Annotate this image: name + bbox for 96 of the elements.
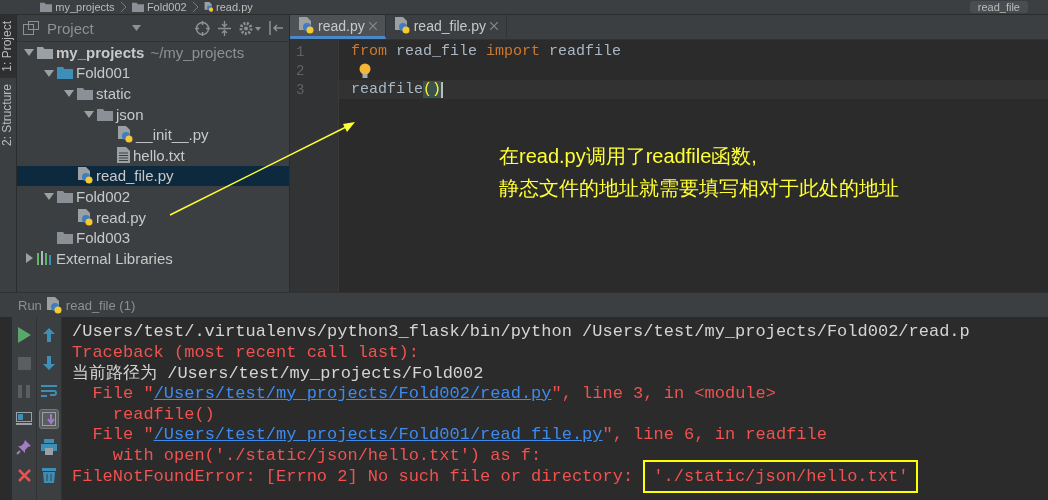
text-cursor	[441, 81, 444, 98]
lightbulb-icon[interactable]	[359, 62, 371, 79]
folder-icon	[57, 66, 73, 80]
item-name: json	[116, 105, 144, 123]
editor-tab[interactable]: read.py	[290, 15, 386, 39]
python-file-icon	[298, 17, 314, 34]
expand-arrow-icon[interactable]	[24, 47, 34, 58]
console-text: with open('./static/json/hello.txt') as f:	[111, 445, 542, 465]
run-config-selector[interactable]: read_file	[969, 1, 1028, 13]
print-icon[interactable]	[41, 439, 57, 455]
console-text: readfile()	[111, 404, 215, 424]
settings-icon[interactable]	[239, 20, 261, 36]
folder-icon	[77, 87, 93, 100]
file-link[interactable]: /Users/test/my_projects/Fold001/read_file.py	[153, 425, 603, 445]
layout-icon[interactable]	[16, 412, 32, 426]
hide-panel-icon[interactable]	[269, 21, 283, 35]
item-name: read_file.py	[96, 167, 174, 185]
item-name: my_projects	[56, 43, 145, 61]
tree-item[interactable]: External Libraries	[17, 247, 289, 269]
tree-item[interactable]: json	[17, 103, 289, 125]
chevron-icon	[192, 2, 198, 12]
soft-wrap-icon[interactable]	[41, 384, 57, 398]
tree-item[interactable]: my_projects ~/my_projects	[17, 42, 289, 63]
console-text: File "	[91, 383, 154, 403]
console-text: File "	[91, 425, 154, 445]
panel-title[interactable]: Project	[47, 19, 94, 37]
folder-icon	[37, 45, 53, 59]
scroll-to-end-icon[interactable]	[42, 412, 56, 426]
tree-item[interactable]: read.py	[17, 206, 289, 228]
dropdown-caret-icon[interactable]	[131, 25, 141, 31]
tree-item[interactable]: read_file.py	[17, 165, 289, 187]
tree-item[interactable]: __init__.py	[17, 124, 289, 145]
annotation-text: 在read.py调用了readfile函数,	[499, 144, 758, 169]
expand-arrow-icon[interactable]	[64, 88, 74, 99]
locate-icon[interactable]	[195, 20, 210, 36]
highlighted-path: './static/json/hello.txt'	[643, 459, 919, 493]
console-text: ", line 3, in <module>	[551, 383, 776, 403]
item-name: __init__.py	[136, 126, 209, 144]
chevron-icon	[120, 2, 126, 12]
down-arrow-icon[interactable]	[43, 356, 55, 370]
code-line: from read_file import readfile	[351, 43, 622, 60]
item-name: hello.txt	[133, 146, 185, 164]
item-name: Fold001	[76, 64, 131, 82]
folder-icon	[40, 2, 53, 12]
python-file-icon	[77, 208, 93, 226]
console-text: FileNotFoundError: [Errno 2] No such file or directory:	[72, 466, 635, 486]
console-text: ", line 6, in readfile	[602, 425, 827, 445]
close-icon[interactable]	[490, 21, 499, 30]
tree-item[interactable]: Fold001	[17, 62, 289, 84]
pin-icon[interactable]	[16, 439, 32, 455]
folder-icon	[57, 231, 73, 245]
item-path: ~/my_projects	[150, 43, 245, 61]
tool-window-tab[interactable]: 2: Structure	[0, 77, 16, 152]
code-line: readfile()	[351, 81, 442, 98]
expand-arrow-icon[interactable]	[44, 67, 54, 78]
folder-icon	[57, 189, 73, 203]
python-file-icon	[393, 17, 410, 34]
item-name: Fold003	[76, 229, 131, 247]
item-name: static	[96, 85, 131, 102]
breadcrumb-item[interactable]: Fold002	[131, 1, 187, 13]
python-file-icon	[45, 296, 62, 314]
editor-tab[interactable]: read_file.py	[385, 15, 508, 39]
file-link[interactable]: /Users/test/my_projects/Fold002/read.py	[153, 383, 552, 403]
item-name: External Libraries	[56, 249, 173, 267]
collapse-all-icon[interactable]	[218, 20, 231, 36]
python-file-icon	[77, 167, 93, 185]
console-text: Traceback (most recent call last):	[72, 342, 419, 362]
breadcrumb-item[interactable]: my_projects	[40, 1, 115, 13]
folder-icon	[97, 107, 113, 121]
tree-item[interactable]: hello.txt	[17, 144, 289, 166]
folder-icon	[131, 2, 144, 12]
close-icon[interactable]	[368, 21, 377, 30]
close-icon[interactable]	[17, 468, 31, 482]
tree-item[interactable]: Fold003	[17, 227, 289, 248]
project-view-icon	[23, 21, 39, 35]
tree-item[interactable]: Fold002	[17, 186, 289, 207]
collapse-arrow-icon[interactable]	[24, 253, 34, 264]
run-label: Run	[18, 297, 42, 313]
up-arrow-icon[interactable]	[43, 328, 55, 342]
item-name: Fold002	[76, 187, 131, 205]
text-file-icon	[117, 147, 130, 164]
run-config-tab[interactable]: read_file (1)	[65, 297, 136, 313]
trash-icon[interactable]	[42, 467, 56, 483]
item-name: read.py	[96, 208, 147, 226]
python-file-icon	[203, 2, 214, 12]
tree-item[interactable]: static	[17, 83, 289, 104]
console-text: /Users/test/.virtualenvs/python3_flask/bin/python /Users/test/my_projects/Fold002/read.p	[72, 321, 970, 341]
expand-arrow-icon[interactable]	[84, 109, 94, 120]
expand-arrow-icon[interactable]	[44, 191, 54, 202]
run-icon[interactable]	[17, 327, 31, 343]
python-file-icon	[117, 126, 133, 144]
tool-window-tab[interactable]: 1: Project	[0, 15, 16, 78]
annotation-text: 静态文件的地址就需要填写相对于此处的地址	[499, 176, 900, 201]
breadcrumb-item[interactable]: read.py	[203, 1, 253, 13]
library-icon	[37, 251, 53, 266]
console-text: 当前路径为 /Users/test/my_projects/Fold002	[72, 363, 484, 385]
